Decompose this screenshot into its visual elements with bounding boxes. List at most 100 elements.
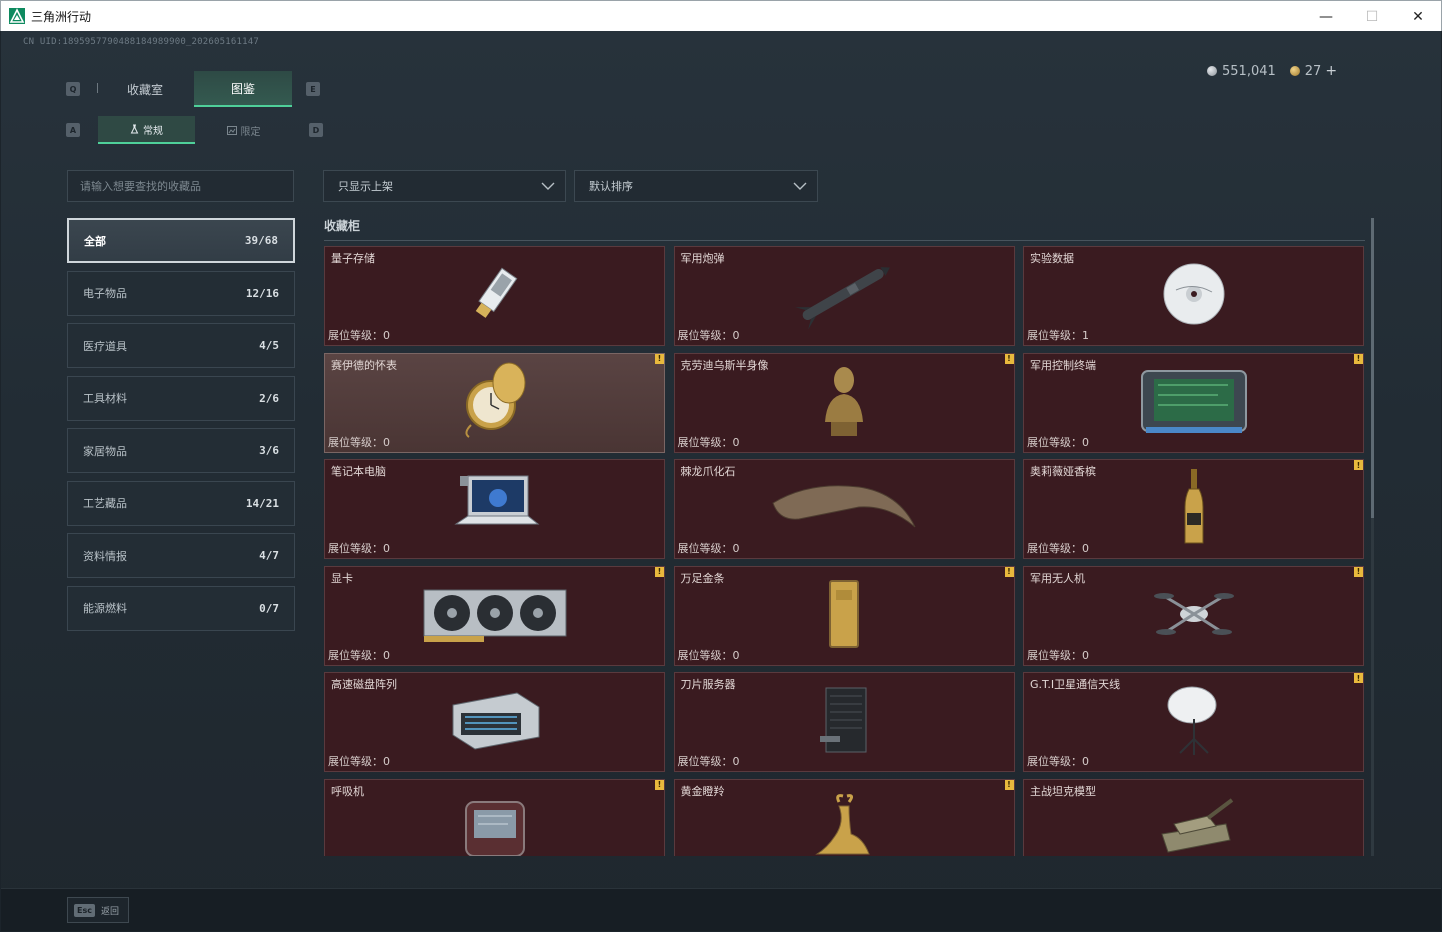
close-button[interactable]: ✕ bbox=[1395, 1, 1441, 32]
category-energy[interactable]: 能源燃料 0/7 bbox=[67, 585, 295, 631]
category-medical[interactable]: 医疗道具 4/5 bbox=[67, 323, 295, 368]
collection-card[interactable]: 刀片服务器 展位等级：0 bbox=[673, 672, 1015, 772]
alert-badge-icon: ! bbox=[1354, 353, 1363, 364]
collection-grid-viewport: 量子存储 展位等级：0 军用炮弹 展位等级：0 实验数据 展位等级：1 赛伊德的怀表 展位等级… bbox=[324, 246, 1369, 856]
booth-level-value: 0 bbox=[1082, 755, 1089, 768]
collection-card[interactable]: 赛伊德的怀表 展位等级：0! bbox=[324, 352, 665, 453]
category-label: 电子物品 bbox=[83, 287, 127, 300]
alert-badge-icon: ! bbox=[1354, 460, 1363, 470]
tab-regular-label: 常规 bbox=[143, 125, 163, 137]
collection-card[interactable]: 军用无人机 展位等级：0! bbox=[1023, 565, 1364, 666]
item-name: 高速磁盘阵列 bbox=[331, 678, 397, 691]
booth-level: 展位等级：0 bbox=[1027, 647, 1089, 663]
chevron-down-icon bbox=[793, 182, 807, 190]
maximize-button[interactable]: ☐ bbox=[1349, 1, 1395, 32]
claw-fossil-icon bbox=[769, 477, 919, 541]
collection-card[interactable]: 主战坦克模型 bbox=[1023, 778, 1364, 857]
category-label: 全部 bbox=[84, 234, 106, 248]
item-name: 实验数据 bbox=[1030, 252, 1074, 265]
disk-array-icon bbox=[447, 687, 543, 757]
category-all[interactable]: 全部 39/68 bbox=[67, 218, 295, 263]
disc-icon bbox=[1162, 262, 1226, 330]
category-count: 39/68 bbox=[244, 234, 278, 247]
booth-level-label: 展位等级： bbox=[677, 542, 733, 555]
booth-level-label: 展位等级： bbox=[328, 329, 383, 342]
collection-card[interactable]: 奥莉薇娅香槟 展位等级：0! bbox=[1023, 459, 1364, 559]
category-count: 12/16 bbox=[245, 286, 279, 300]
collection-card[interactable]: 克劳迪乌斯半身像 展位等级：0! bbox=[673, 352, 1015, 453]
collection-card[interactable]: 高速磁盘阵列 展位等级：0 bbox=[324, 672, 665, 772]
collection-card[interactable]: 呼吸机! bbox=[324, 778, 665, 856]
booth-level: 展位等级：1 bbox=[1027, 327, 1089, 343]
collection-card[interactable]: 量子存储 展位等级：0 bbox=[324, 246, 665, 346]
booth-level-label: 展位等级： bbox=[1027, 648, 1082, 662]
booth-level-label: 展位等级： bbox=[1027, 542, 1082, 555]
category-count: 0/7 bbox=[259, 601, 279, 615]
champagne-bottle-icon bbox=[1179, 467, 1209, 551]
category-crafts[interactable]: 工艺藏品 14/21 bbox=[67, 480, 295, 526]
currency-bar: 551,041 27 + bbox=[1207, 63, 1337, 79]
booth-level-label: 展位等级： bbox=[328, 648, 383, 662]
category-label: 工具材料 bbox=[83, 392, 127, 405]
collection-card[interactable]: 显卡 展位等级：0! bbox=[324, 565, 665, 666]
booth-level: 展位等级：0 bbox=[1027, 434, 1089, 450]
alert-badge-icon: ! bbox=[1354, 566, 1363, 577]
booth-level-label: 展位等级： bbox=[677, 329, 733, 342]
minimize-button[interactable]: — bbox=[1303, 1, 1349, 32]
scrollbar-thumb[interactable] bbox=[1371, 218, 1374, 518]
category-count: 14/21 bbox=[245, 496, 279, 510]
category-household[interactable]: 家居物品 3/6 bbox=[67, 428, 295, 473]
back-button[interactable]: Esc 返回 bbox=[67, 897, 129, 923]
collection-card[interactable]: G.T.I卫星通信天线 展位等级：0! bbox=[1023, 672, 1364, 772]
ventilator-icon bbox=[460, 794, 530, 856]
sort-dropdown[interactable]: 默认排序 bbox=[574, 170, 818, 202]
item-name: 主战坦克模型 bbox=[1030, 784, 1096, 798]
collection-card[interactable]: 棘龙爪化石 展位等级：0 bbox=[673, 459, 1015, 559]
item-name: 棘龙爪化石 bbox=[680, 465, 736, 478]
tab-limited[interactable]: 限定 bbox=[195, 116, 292, 144]
satellite-dish-icon bbox=[1164, 683, 1224, 761]
key-hint-q: Q bbox=[66, 82, 80, 96]
pocket-watch-icon bbox=[455, 361, 535, 445]
category-tools[interactable]: 工具材料 2/6 bbox=[67, 375, 295, 421]
collection-card[interactable]: 笔记本电脑展位等级：0 bbox=[324, 459, 665, 559]
category-label: 资料情报 bbox=[83, 549, 127, 563]
search-input[interactable] bbox=[80, 179, 293, 193]
item-name: 黄金瞪羚 bbox=[680, 784, 725, 798]
collection-card[interactable]: 黄金瞪羚! bbox=[673, 778, 1015, 856]
booth-level: 展位等级：0 bbox=[328, 540, 390, 556]
gold-amount: 27 bbox=[1304, 64, 1322, 79]
category-list: 全部 39/68 电子物品 12/16 医疗道具 4/5 工具材料 2/6 家居物品 3/… bbox=[67, 218, 295, 638]
sub-tabs: 常规 限定 bbox=[98, 116, 294, 144]
blade-server-icon bbox=[816, 684, 872, 760]
footer-bar: Esc 返回 bbox=[1, 888, 1441, 931]
item-name: 笔记本电脑 bbox=[331, 465, 386, 478]
booth-level: 展位等级：0 bbox=[1027, 753, 1089, 769]
tab-catalog[interactable]: 图鉴 bbox=[194, 71, 292, 107]
booth-level-value: 0 bbox=[1082, 542, 1089, 555]
tank-model-icon bbox=[1154, 794, 1234, 857]
add-currency-button[interactable]: + bbox=[1325, 63, 1337, 79]
booth-level: 展位等级：0 bbox=[328, 434, 390, 450]
category-count: 4/7 bbox=[259, 549, 279, 562]
collection-card[interactable]: 实验数据展位等级：1 bbox=[1023, 246, 1364, 346]
booth-level: 展位等级：0 bbox=[678, 647, 740, 663]
window-title: 三角洲行动 bbox=[31, 9, 92, 24]
search-box[interactable] bbox=[67, 170, 294, 202]
gold-currency: 27 + bbox=[1289, 63, 1337, 79]
section-title: 收藏柜 bbox=[324, 219, 361, 233]
category-electronics[interactable]: 电子物品 12/16 bbox=[67, 270, 295, 316]
tab-regular[interactable]: 常规 bbox=[98, 116, 195, 144]
item-name: 克劳迪乌斯半身像 bbox=[680, 358, 769, 372]
collection-card[interactable]: 军用控制终端 展位等级：0! bbox=[1023, 352, 1364, 453]
collection-card[interactable]: 万足金条 展位等级：0! bbox=[673, 565, 1015, 666]
tab-collection-room[interactable]: 收藏室 bbox=[96, 71, 194, 107]
collection-card[interactable]: 军用炮弹 展位等级：0 bbox=[673, 246, 1015, 346]
category-count: 4/5 bbox=[259, 339, 279, 352]
category-intel[interactable]: 资料情报 4/7 bbox=[67, 533, 295, 578]
display-filter-dropdown[interactable]: 只显示上架 bbox=[323, 170, 566, 202]
item-name: 刀片服务器 bbox=[680, 678, 736, 691]
category-label: 家居物品 bbox=[83, 444, 127, 458]
key-hint-e: E bbox=[306, 82, 320, 96]
booth-level-label: 展位等级： bbox=[1027, 435, 1082, 449]
